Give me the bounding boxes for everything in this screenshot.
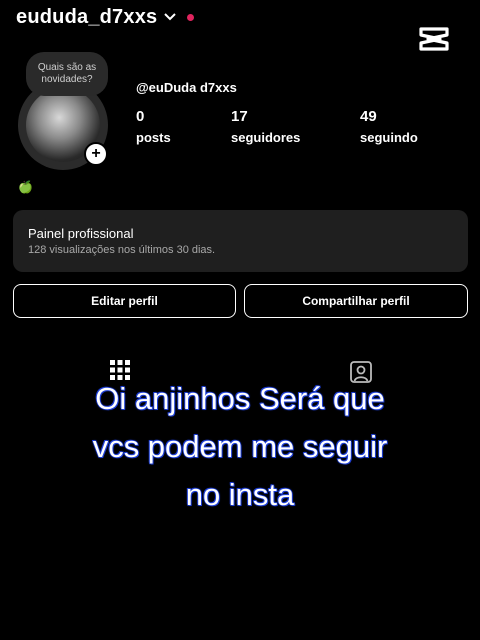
stat-following[interactable]: 49 seguindo bbox=[360, 108, 418, 145]
professional-dashboard[interactable]: Painel profissional 128 visualizações no… bbox=[13, 210, 468, 272]
chevron-down-icon[interactable] bbox=[163, 10, 177, 24]
panel-title: Painel profissional bbox=[28, 226, 134, 241]
stat-followers[interactable]: 17 seguidores bbox=[231, 108, 300, 145]
stat-followers-value: 17 bbox=[231, 108, 248, 125]
panel-subtitle: 128 visualizações nos últimos 30 dias. bbox=[28, 244, 216, 256]
stat-following-value: 49 bbox=[360, 108, 377, 125]
stat-followers-label: seguidores bbox=[231, 130, 301, 145]
caption-line-1: Oi anjinhos Será que bbox=[95, 380, 386, 416]
stat-following-label: seguindo bbox=[360, 130, 418, 145]
edit-profile-button[interactable]: Editar perfil bbox=[13, 284, 236, 318]
profile-header: eududa_d7xxs bbox=[16, 4, 195, 30]
username[interactable]: eududa_d7xxs bbox=[16, 6, 157, 29]
display-name: @euDuda d7xxs bbox=[136, 80, 237, 95]
note-bubble[interactable]: Quais são as novidades? bbox=[26, 52, 108, 96]
stat-posts-label: posts bbox=[136, 130, 171, 145]
share-profile-button[interactable]: Compartilhar perfil bbox=[244, 284, 468, 318]
video-caption: Oi anjinhos Será que vcs podem me seguir… bbox=[0, 375, 480, 519]
add-story-icon[interactable]: + bbox=[84, 142, 108, 166]
capcut-logo-icon bbox=[418, 26, 450, 52]
caption-line-3: no insta bbox=[185, 476, 295, 512]
caption-line-2: vcs podem me seguir bbox=[92, 428, 388, 464]
notification-dot bbox=[187, 13, 195, 21]
stat-posts[interactable]: 0 posts bbox=[136, 108, 171, 145]
bio-emoji: 🍏 bbox=[18, 180, 33, 194]
stat-posts-value: 0 bbox=[136, 108, 145, 125]
